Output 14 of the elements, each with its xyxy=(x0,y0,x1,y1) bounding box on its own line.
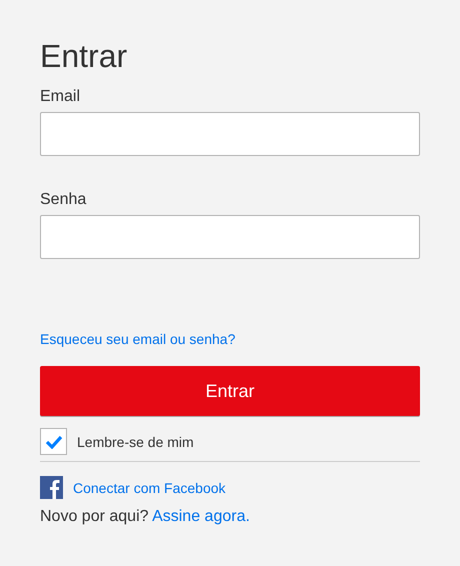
page-title: Entrar xyxy=(40,37,128,76)
sign-in-button[interactable]: Entrar xyxy=(40,366,420,416)
signup-link[interactable]: Assine agora. xyxy=(152,508,250,525)
forgot-password-link[interactable]: Esqueceu seu email ou senha? xyxy=(40,330,236,348)
facebook-login-link[interactable]: Conectar com Facebook xyxy=(73,480,226,496)
checkbox-label: Lembre-se de mim xyxy=(77,434,194,450)
field-label: Senha xyxy=(40,190,86,210)
remember-checkbox[interactable] xyxy=(40,428,67,455)
input-field[interactable] xyxy=(40,215,420,259)
input-field[interactable] xyxy=(40,112,420,156)
field-label: Email xyxy=(40,87,80,107)
signup-prompt: Novo por aqui? Assine agora. xyxy=(40,508,250,526)
check-icon xyxy=(44,434,62,448)
facebook-logo-icon xyxy=(40,476,63,499)
